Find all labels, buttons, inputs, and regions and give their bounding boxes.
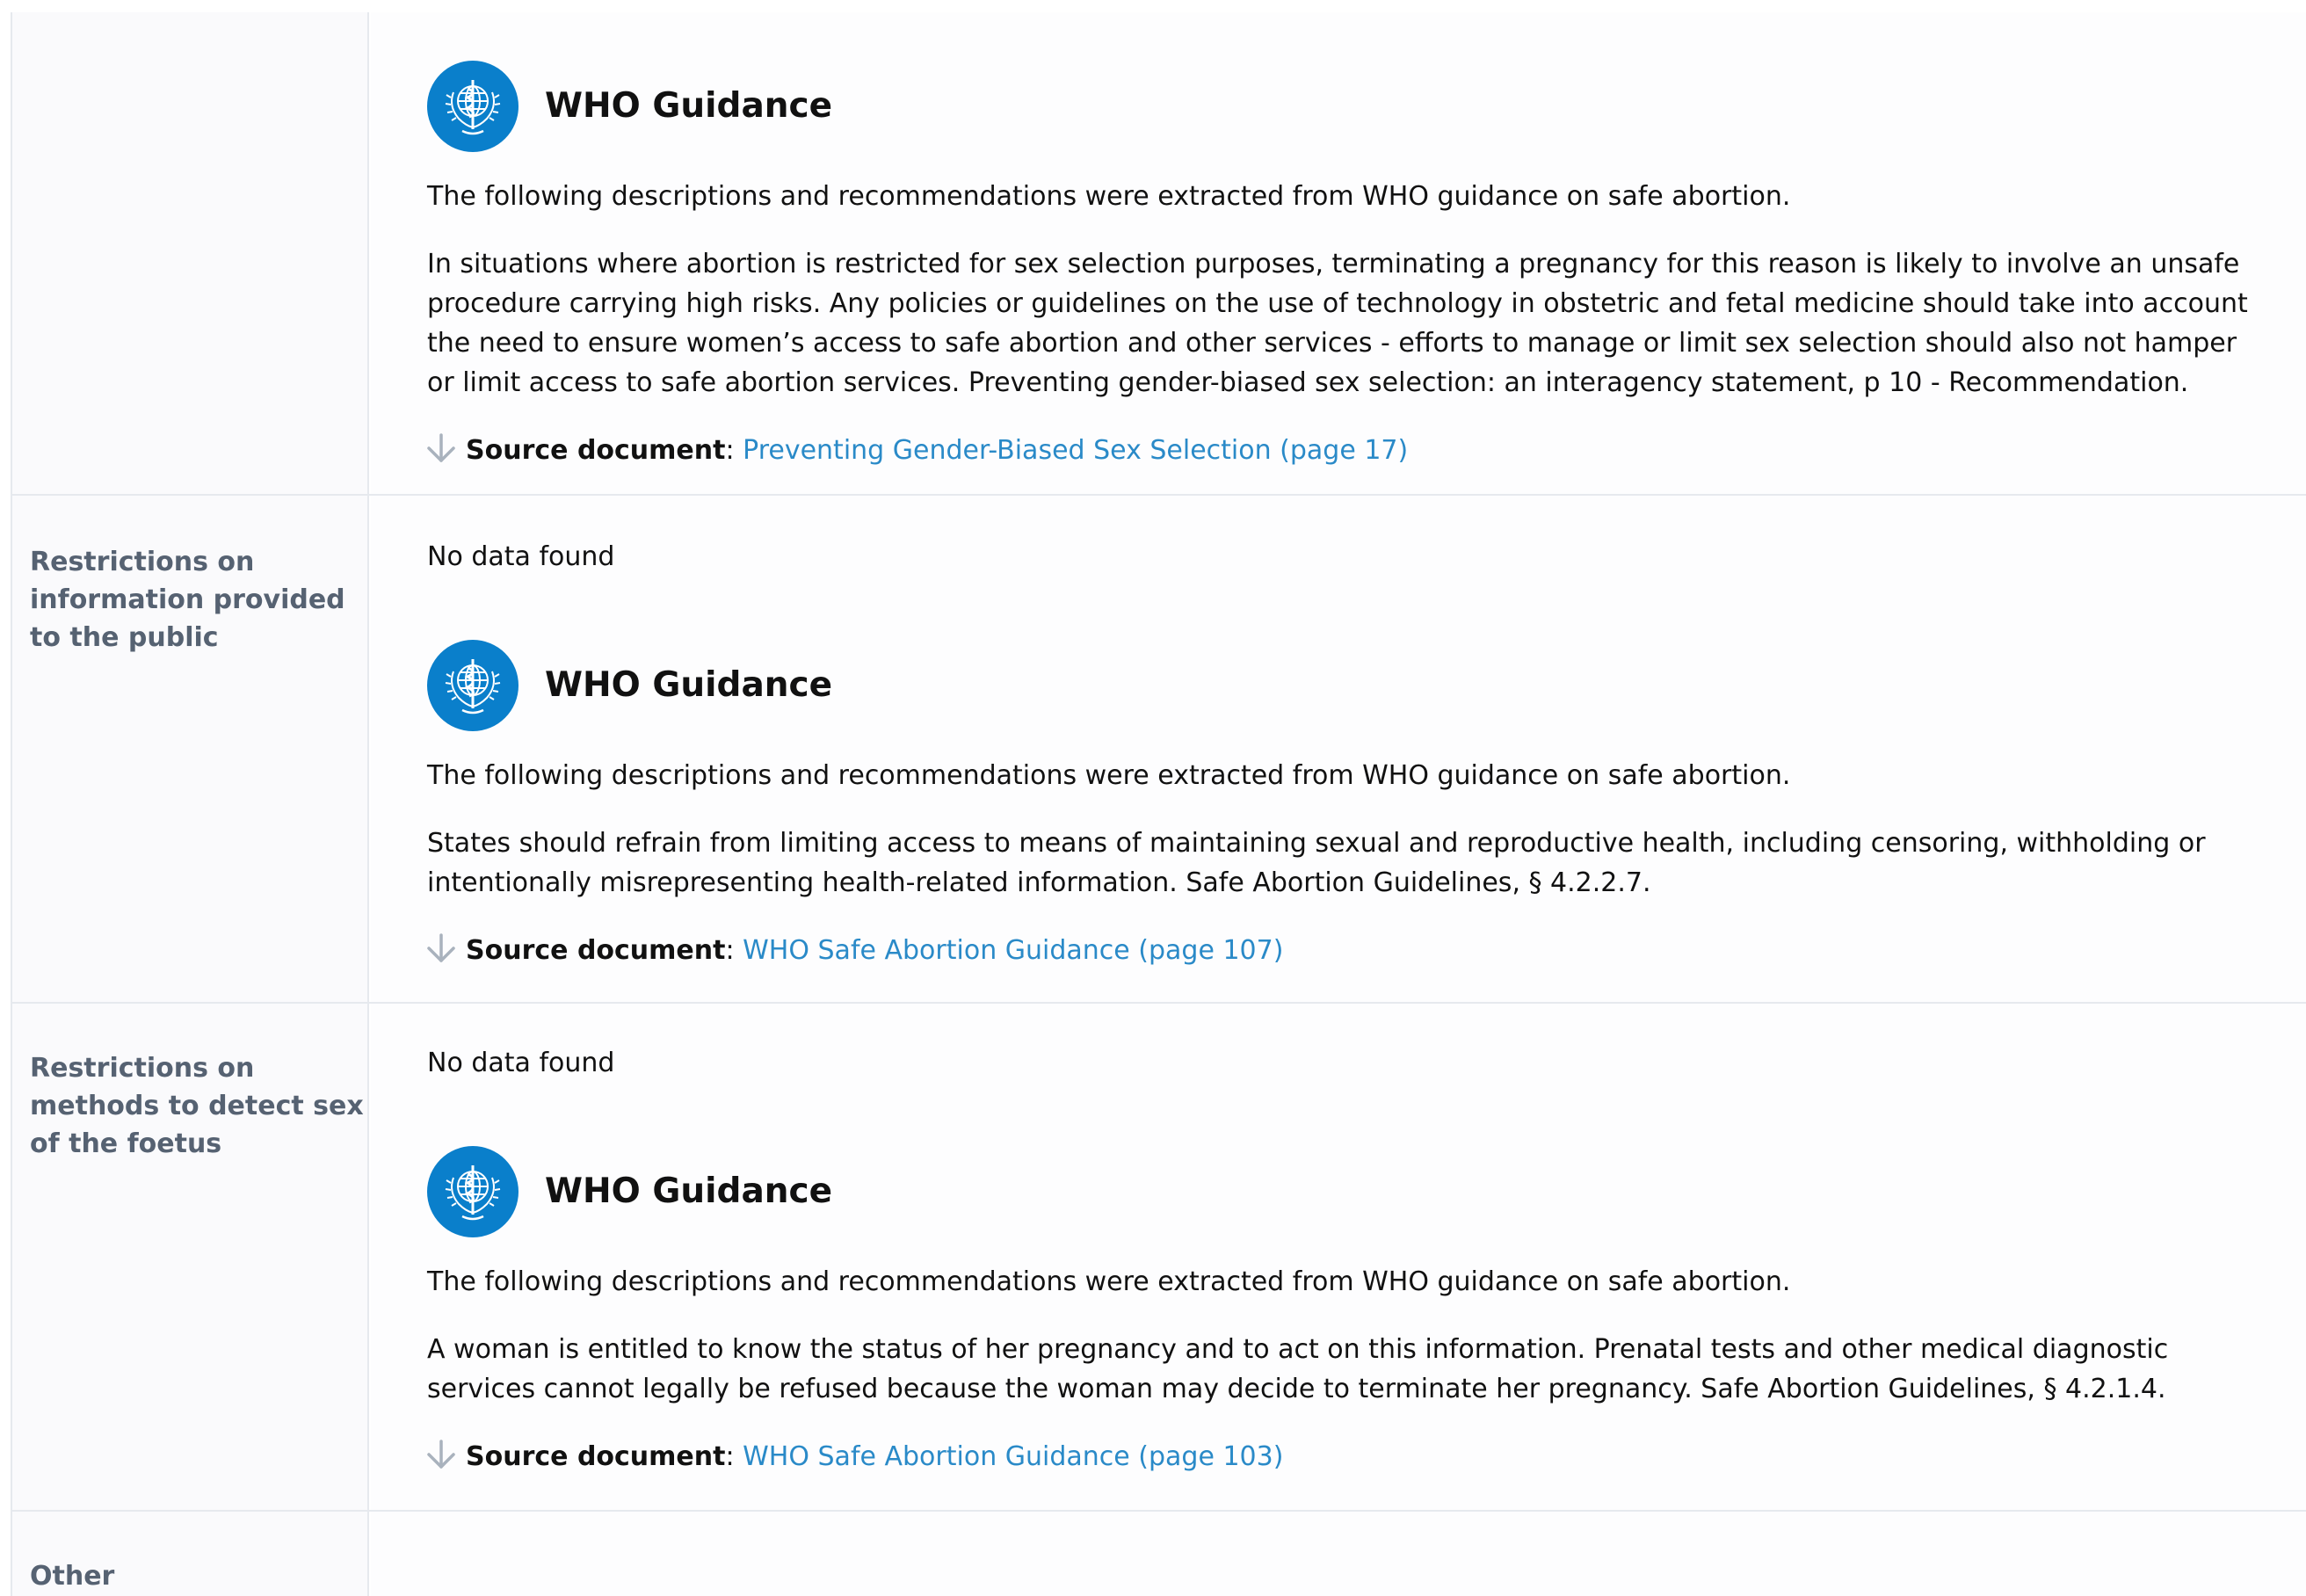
row-content-cell: No data found WHO Guidance The following… bbox=[371, 1004, 2306, 1510]
source-document-label: Source document bbox=[466, 435, 726, 466]
who-guidance-block: WHO Guidance The following descriptions … bbox=[427, 640, 2255, 970]
source-separator: : bbox=[725, 435, 735, 466]
row-label: Other bbox=[30, 1561, 115, 1592]
arrow-down-icon bbox=[422, 431, 460, 466]
guidance-text: In situations where abortion is restrict… bbox=[427, 249, 2248, 398]
guidance-intro: The following descriptions and recommend… bbox=[427, 181, 1791, 212]
row-label-cell bbox=[12, 12, 369, 494]
source-document-line: Source document: WHO Safe Abortion Guida… bbox=[427, 931, 2255, 970]
who-emblem-icon bbox=[427, 61, 518, 152]
guidance-header: WHO Guidance bbox=[427, 1146, 2255, 1239]
row-label-cell: Other bbox=[12, 1512, 369, 1596]
arrow-down-icon bbox=[422, 931, 460, 966]
row-content-cell: WHO Guidance The following descriptions … bbox=[371, 12, 2306, 494]
guidance-header: WHO Guidance bbox=[427, 640, 2255, 733]
guidance-title: WHO Guidance bbox=[545, 86, 833, 126]
source-document-link[interactable]: WHO Safe Abortion Guidance (page 103) bbox=[743, 1441, 1283, 1472]
source-separator: : bbox=[725, 1441, 735, 1472]
row-label: Restrictions on information provided to … bbox=[30, 547, 345, 653]
table-row: WHO Guidance The following descriptions … bbox=[12, 12, 2306, 496]
who-guidance-block: WHO Guidance The following descriptions … bbox=[427, 61, 2255, 470]
guidance-text: A woman is entitled to know the status o… bbox=[427, 1334, 2169, 1404]
source-document-link[interactable]: WHO Safe Abortion Guidance (page 107) bbox=[743, 935, 1283, 966]
who-emblem-icon bbox=[427, 1146, 518, 1237]
row-label-cell: Restrictions on methods to detect sex of… bbox=[12, 1004, 369, 1510]
table-row: Other bbox=[12, 1512, 2306, 1596]
row-content-cell: No data found WHO Guidance The following… bbox=[371, 496, 2306, 1002]
source-document-label: Source document bbox=[466, 1441, 726, 1472]
source-document-label: Source document bbox=[466, 935, 726, 966]
guidance-header: WHO Guidance bbox=[427, 61, 2255, 154]
row-label-cell: Restrictions on information provided to … bbox=[12, 496, 369, 1002]
guidance-title: WHO Guidance bbox=[545, 1172, 833, 1211]
row-label: Restrictions on methods to detect sex of… bbox=[30, 1053, 364, 1159]
row-content-cell bbox=[371, 1512, 2306, 1596]
table-row: Restrictions on methods to detect sex of… bbox=[12, 1004, 2306, 1512]
no-data-text: No data found bbox=[427, 541, 615, 572]
no-data-text: No data found bbox=[427, 1048, 615, 1078]
who-emblem-icon bbox=[427, 640, 518, 731]
arrow-down-icon bbox=[422, 1437, 460, 1472]
who-guidance-block: WHO Guidance The following descriptions … bbox=[427, 1146, 2255, 1476]
regulation-table: WHO Guidance The following descriptions … bbox=[11, 12, 2306, 1596]
source-document-line: Source document: Preventing Gender-Biase… bbox=[427, 431, 2255, 470]
guidance-intro: The following descriptions and recommend… bbox=[427, 760, 1791, 791]
table-row: Restrictions on information provided to … bbox=[12, 496, 2306, 1004]
source-separator: : bbox=[725, 935, 735, 966]
guidance-title: WHO Guidance bbox=[545, 665, 833, 705]
guidance-intro: The following descriptions and recommend… bbox=[427, 1266, 1791, 1297]
source-document-line: Source document: WHO Safe Abortion Guida… bbox=[427, 1437, 2255, 1476]
page: WHO Guidance The following descriptions … bbox=[0, 0, 2306, 1596]
source-document-link[interactable]: Preventing Gender-Biased Sex Selection (… bbox=[743, 435, 1408, 466]
guidance-text: States should refrain from limiting acce… bbox=[427, 828, 2206, 898]
